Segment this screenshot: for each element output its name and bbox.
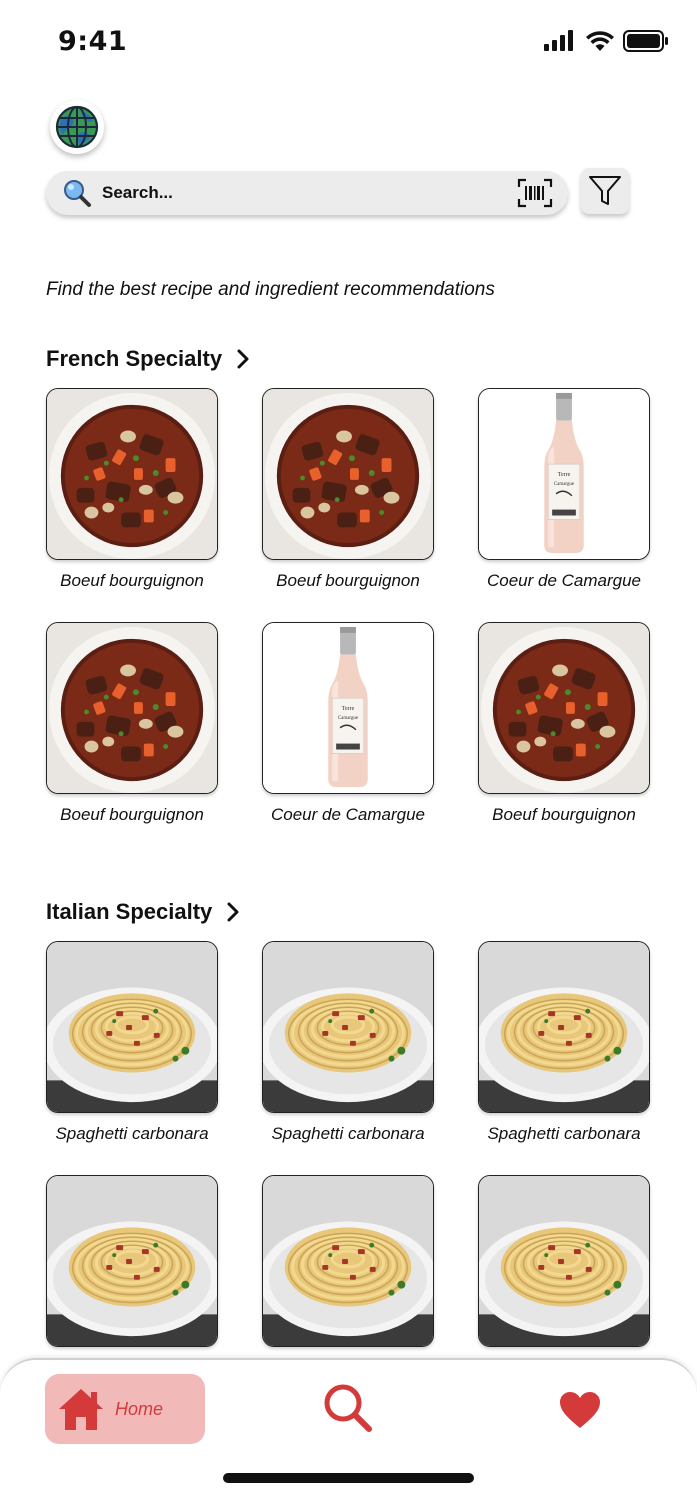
recipe-card[interactable] — [46, 1175, 218, 1358]
section-title: Italian Specialty — [46, 899, 213, 924]
recipe-card-label: Coeur de Camargue — [270, 805, 426, 824]
filter-button[interactable] — [581, 168, 629, 214]
search-icon — [62, 178, 92, 208]
home-icon — [59, 1389, 103, 1430]
svg-text:Terre: Terre — [342, 706, 355, 712]
spaghetti-carbonara-image[interactable] — [46, 1175, 218, 1347]
recipe-card-label: Spaghetti carbonara — [487, 1124, 641, 1143]
nav-search-tab[interactable] — [322, 1382, 374, 1434]
rose-wine-bottle-image[interactable]: Terre Camargue — [262, 622, 434, 794]
svg-text:Camargue: Camargue — [554, 482, 575, 487]
recipe-card[interactable]: Terre Camargue Coeur de Camargue — [262, 622, 434, 825]
chevron-right-icon — [236, 348, 252, 370]
recipe-card[interactable] — [262, 1175, 434, 1358]
search-bar[interactable] — [46, 171, 568, 215]
recipe-card-label: Boeuf bourguignon — [60, 805, 204, 824]
section-header-french[interactable]: French Specialty — [46, 346, 252, 372]
recipe-card-label: Spaghetti carbonara — [271, 1124, 425, 1143]
status-icons — [543, 30, 669, 52]
recipe-card-label: Coeur de Camargue — [486, 571, 642, 590]
recipe-card[interactable]: Terre Camargue Coeur de Camargue — [478, 388, 650, 591]
recipe-card[interactable]: Boeuf bourguignon — [46, 622, 218, 825]
recipe-card-label: Boeuf bourguignon — [276, 571, 420, 590]
nav-home-label: Home — [115, 1398, 164, 1419]
spaghetti-carbonara-image[interactable] — [262, 1175, 434, 1347]
section-title: French Specialty — [46, 346, 223, 371]
search-icon — [324, 1384, 372, 1432]
recipe-card-label: Spaghetti carbonara — [55, 1124, 209, 1143]
recipe-card[interactable]: Spaghetti carbonara — [46, 941, 218, 1144]
chevron-right-icon — [226, 901, 242, 923]
recipe-card[interactable]: Spaghetti carbonara — [478, 941, 650, 1144]
svg-text:Terre: Terre — [558, 472, 571, 478]
home-indicator — [223, 1473, 474, 1483]
nav-favorites-tab[interactable] — [558, 1390, 602, 1430]
recipe-card[interactable]: Boeuf bourguignon — [478, 622, 650, 825]
recipe-card[interactable] — [478, 1175, 650, 1358]
spaghetti-carbonara-image[interactable] — [478, 1175, 650, 1347]
heart-icon — [560, 1392, 600, 1428]
spaghetti-carbonara-image[interactable] — [46, 941, 218, 1113]
recipe-card-label: Boeuf bourguignon — [492, 805, 636, 824]
beef-stew-image[interactable] — [478, 622, 650, 794]
recipe-card[interactable]: Boeuf bourguignon — [262, 388, 434, 591]
beef-stew-image[interactable] — [262, 388, 434, 560]
recipe-card-label: Boeuf bourguignon — [60, 571, 204, 590]
globe-icon — [55, 105, 99, 149]
beef-stew-image[interactable] — [46, 622, 218, 794]
beef-stew-image[interactable] — [46, 388, 218, 560]
bottom-nav: Home — [0, 1358, 697, 1508]
rose-wine-bottle-image[interactable]: Terre Camargue — [478, 388, 650, 560]
section-header-italian[interactable]: Italian Specialty — [46, 899, 242, 925]
wifi-icon — [586, 31, 614, 51]
spaghetti-carbonara-image[interactable] — [262, 941, 434, 1113]
spaghetti-carbonara-image[interactable] — [478, 941, 650, 1113]
svg-text:Camargue: Camargue — [338, 716, 359, 721]
search-input[interactable] — [102, 183, 492, 203]
barcode-scan-icon[interactable] — [516, 177, 554, 209]
battery-icon — [623, 30, 668, 52]
recipe-card[interactable]: Spaghetti carbonara — [262, 941, 434, 1144]
signal-icon — [544, 30, 573, 51]
language-button[interactable] — [50, 100, 104, 154]
status-time: 9:41 — [58, 26, 128, 57]
tagline: Find the best recipe and ingredient reco… — [46, 279, 495, 300]
filter-icon — [589, 176, 621, 205]
recipe-card[interactable]: Boeuf bourguignon — [46, 388, 218, 591]
status-bar: 9:41 — [0, 0, 697, 80]
nav-home-tab[interactable]: Home — [45, 1374, 205, 1444]
